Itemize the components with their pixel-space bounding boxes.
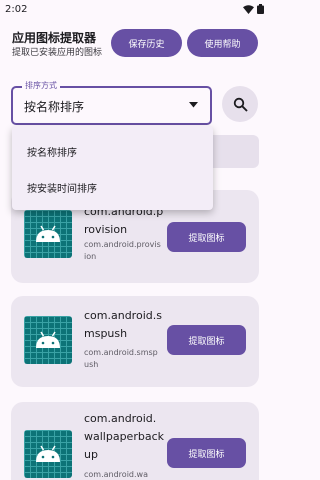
app-package: com.android.provision (84, 240, 161, 261)
extract-icon-button[interactable]: 提取图标 (167, 325, 246, 355)
app-icon (24, 316, 72, 364)
sort-dropdown-menu: 按名称排序 按安装时间排序 (12, 126, 213, 210)
sort-search-row: 排序方式 按名称排序 (0, 80, 270, 130)
status-bar: 2:02 (0, 0, 270, 18)
help-button[interactable]: 使用帮助 (187, 29, 258, 57)
sort-select[interactable]: 排序方式 按名称排序 (11, 80, 212, 125)
android-icon (36, 331, 60, 348)
app-card: com.android.smspush com.android.smspush … (11, 296, 259, 387)
save-history-button[interactable]: 保存历史 (111, 29, 182, 57)
app-package: com.android.wa (84, 470, 148, 479)
wifi-icon (243, 4, 254, 14)
app-header: 应用图标提取器 提取已安装应用的图标 保存历史 使用帮助 (0, 20, 270, 68)
status-icons (243, 4, 264, 14)
extract-icon-button[interactable]: 提取图标 (167, 438, 246, 468)
app-package: com.android.smspush (84, 348, 158, 369)
sort-select-label: 排序方式 (22, 80, 60, 91)
app-name: com.android.wallpaperbackup (84, 412, 164, 461)
android-icon (36, 445, 60, 462)
menu-item-sort-name[interactable]: 按名称排序 (12, 133, 213, 169)
app-title: 应用图标提取器 (12, 31, 97, 45)
app-card: com.android.wallpaperbackup com.android.… (11, 402, 259, 480)
battery-icon (257, 4, 264, 14)
dropdown-arrow-icon (189, 102, 198, 108)
app-name: com.android.smspush (84, 309, 162, 340)
app-icon (24, 210, 72, 258)
search-field-partial[interactable] (205, 135, 259, 168)
android-icon (36, 225, 60, 242)
search-button[interactable] (222, 86, 258, 122)
extract-icon-button[interactable]: 提取图标 (167, 222, 246, 252)
search-icon (233, 97, 248, 112)
sort-select-value: 按名称排序 (24, 100, 85, 114)
status-time: 2:02 (5, 3, 28, 15)
menu-item-sort-install-time[interactable]: 按安装时间排序 (12, 169, 213, 205)
app-subtitle: 提取已安装应用的图标 (12, 48, 103, 58)
app-icon (24, 430, 72, 478)
